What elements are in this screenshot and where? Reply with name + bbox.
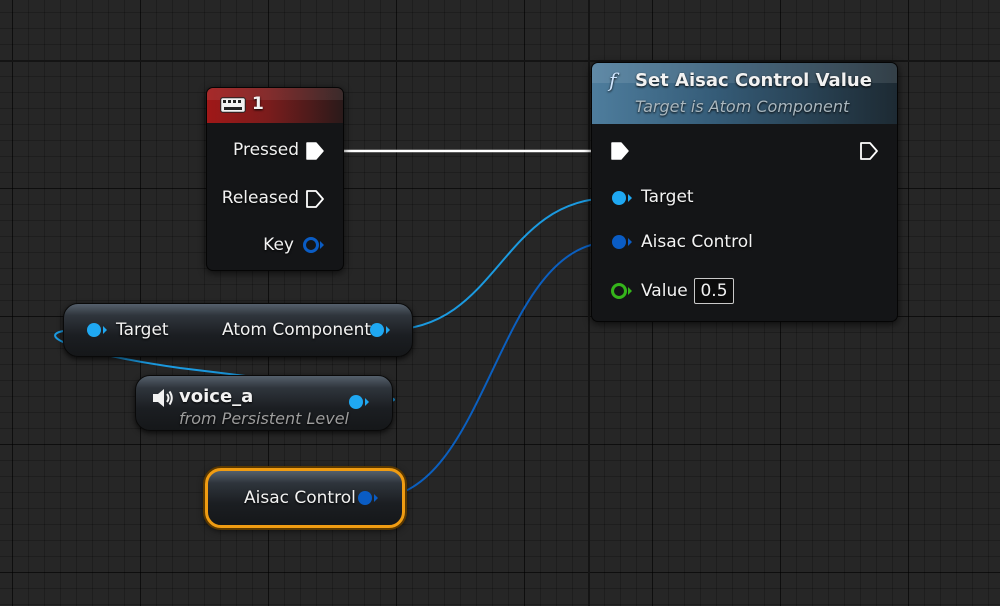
value-input-label: Value <box>641 281 688 301</box>
aisac-control-output-pin[interactable] <box>355 488 381 508</box>
cast-target-pin[interactable] <box>84 320 110 340</box>
target-input-label: Target <box>641 187 694 207</box>
function-node-title: Set Aisac Control Value <box>635 70 872 91</box>
voice-a-output-pin[interactable] <box>346 392 372 412</box>
speaker-icon <box>153 389 173 407</box>
exec-out-pin[interactable] <box>859 141 879 161</box>
target-wire <box>386 197 613 331</box>
pressed-exec-pin[interactable] <box>305 141 325 161</box>
value-float-pin[interactable] <box>609 281 635 301</box>
aisac-control-input-label: Aisac Control <box>641 232 753 252</box>
key-struct-pin[interactable] <box>300 235 326 255</box>
key-label: Key <box>263 235 294 255</box>
pressed-label: Pressed <box>233 140 299 160</box>
voice-a-source: from Persistent Level <box>179 409 349 428</box>
exec-in-pin[interactable] <box>610 141 630 161</box>
value-input-field[interactable]: 0.5 <box>694 278 734 304</box>
released-exec-pin[interactable] <box>305 189 325 209</box>
keyboard-icon <box>220 97 246 113</box>
function-node-subtitle: Target is Atom Component <box>635 97 850 116</box>
aisac-control-wire <box>373 241 613 499</box>
aisac-control-struct-pin[interactable] <box>609 232 635 252</box>
key-node-title: 1 <box>252 94 264 114</box>
cast-output-label: Atom Component <box>222 320 372 340</box>
voice-a-name: voice_a <box>179 386 254 407</box>
released-label: Released <box>221 188 299 208</box>
aisac-control-name: Aisac Control <box>244 488 356 508</box>
target-object-pin[interactable] <box>609 188 635 208</box>
function-icon: f <box>609 68 617 92</box>
atom-component-pin[interactable] <box>367 320 393 340</box>
cast-target-label: Target <box>116 320 169 340</box>
